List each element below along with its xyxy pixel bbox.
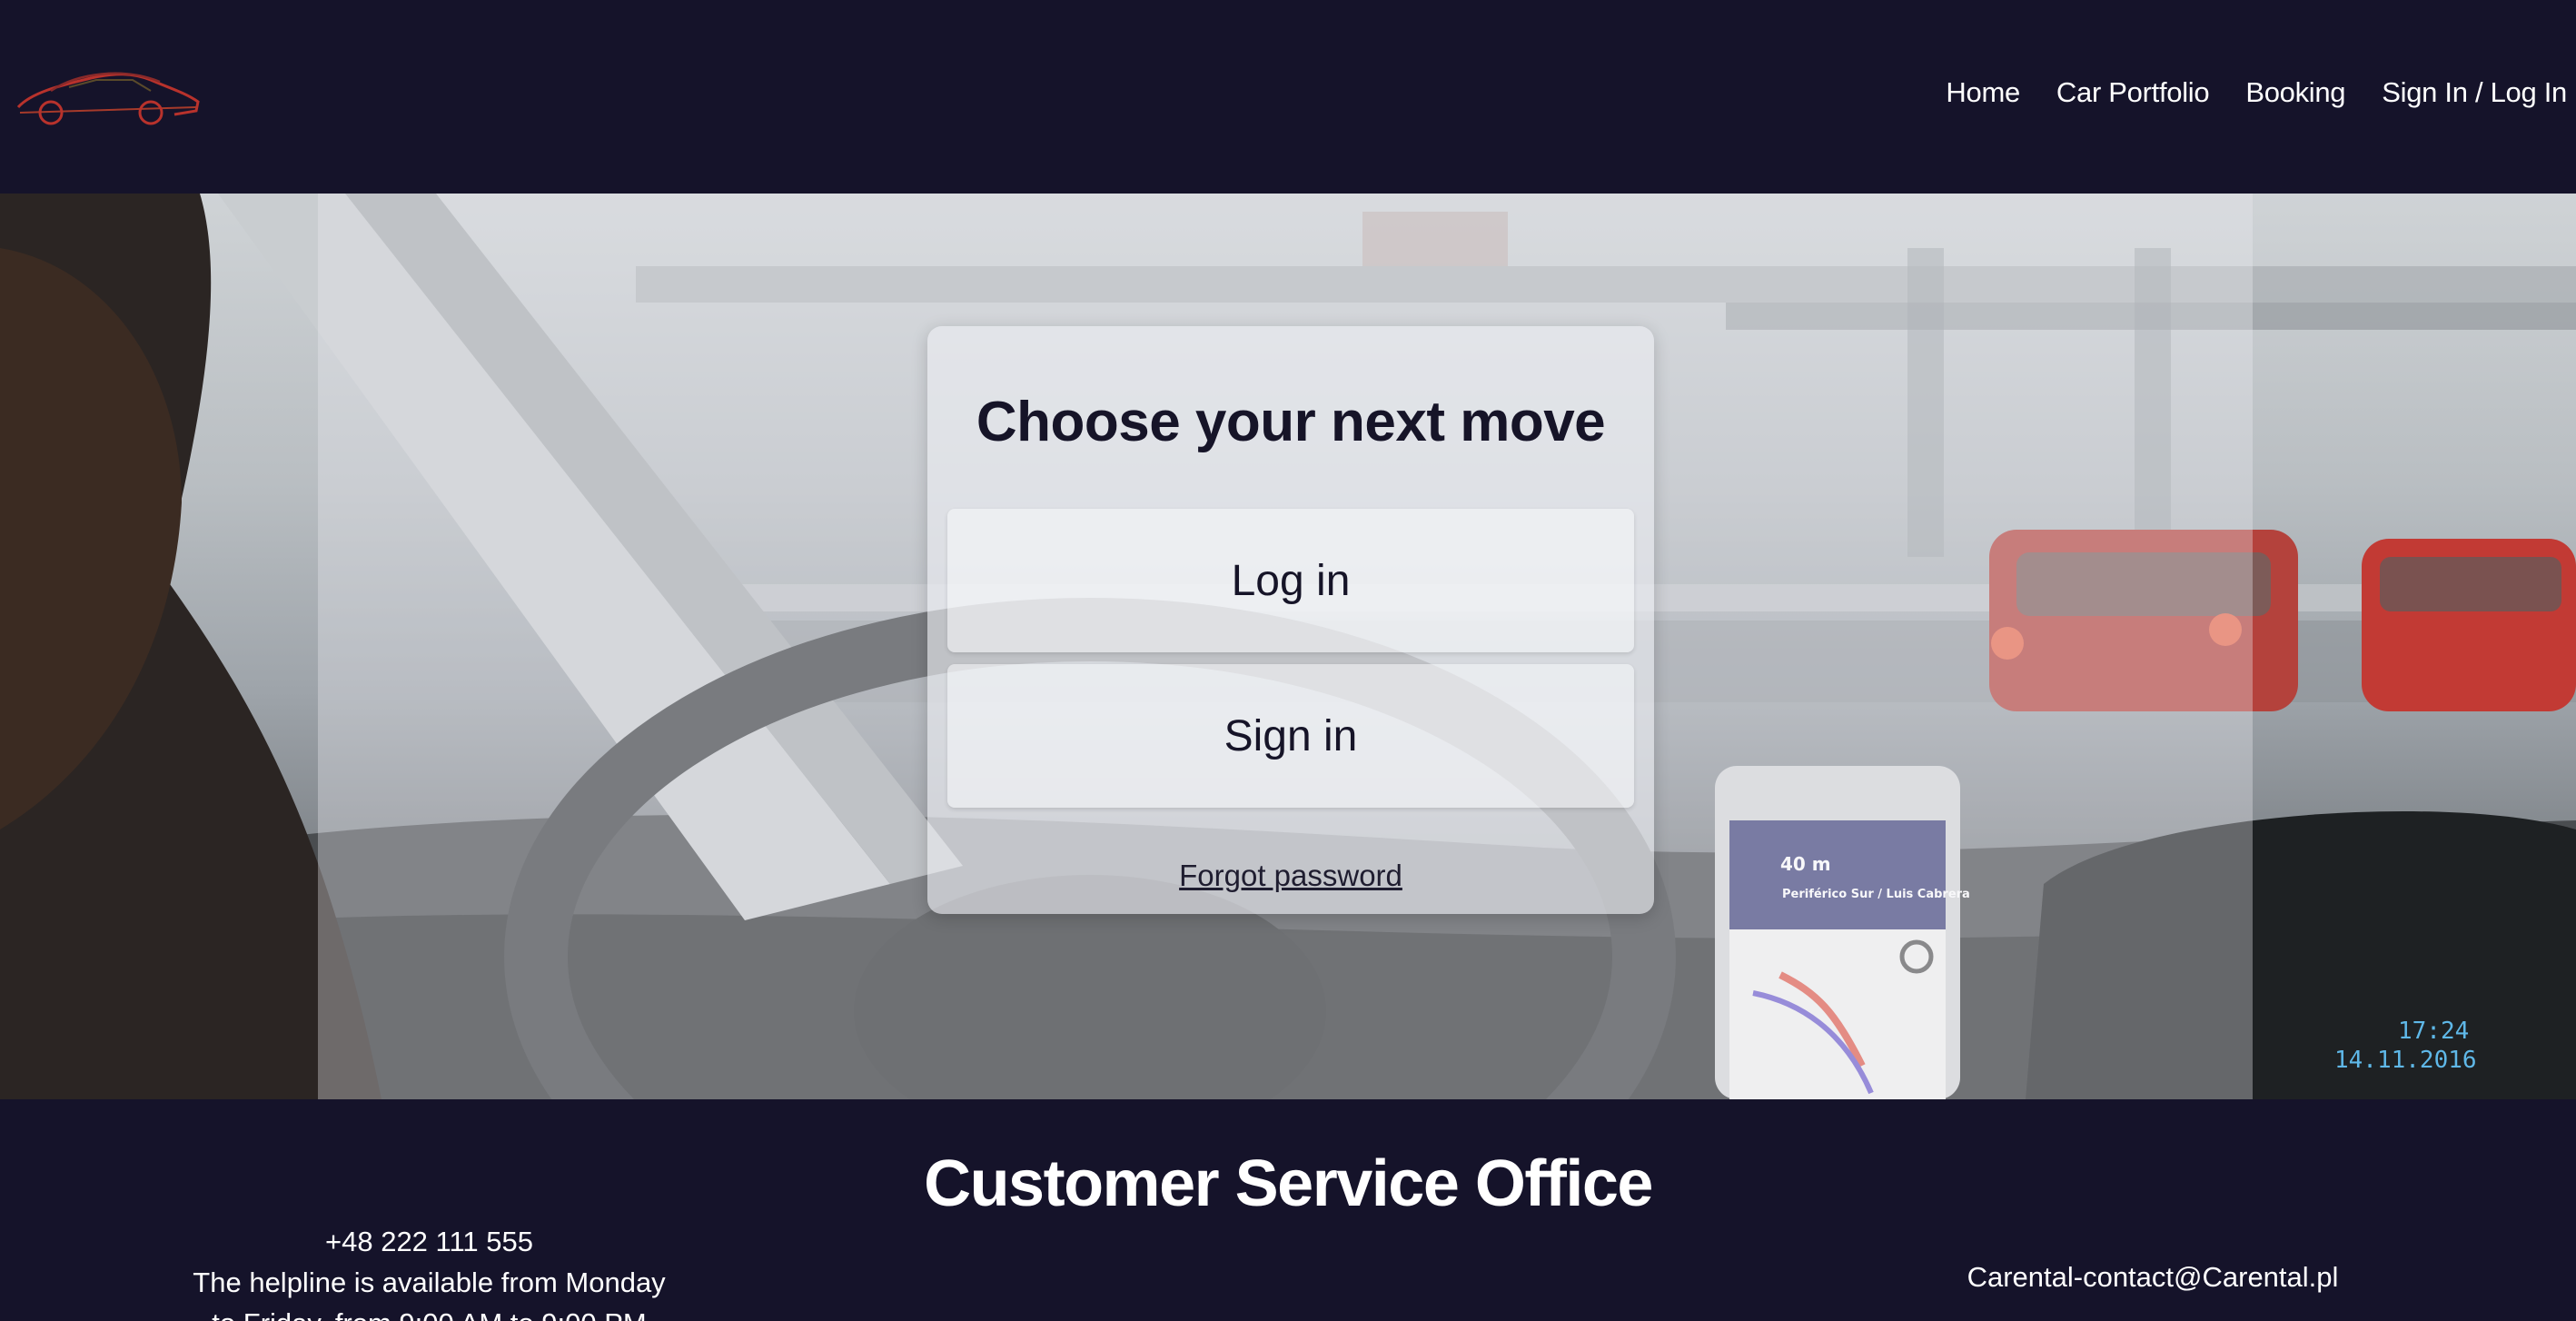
footer: Customer Service Office +48 222 111 555 … [0, 1099, 2576, 1321]
top-navigation-bar: Home Car Portfolio Booking Sign In / Log… [0, 0, 2576, 194]
main-nav: Home Car Portfolio Booking Sign In / Log… [1946, 76, 2567, 109]
contact-email[interactable]: Carental-contact@Carental.pl [1907, 1261, 2398, 1294]
dashboard-time: 17:24 [2398, 1018, 2469, 1045]
dashboard-date: 14.11.2016 [2334, 1047, 2477, 1074]
nav-car-portfolio-link[interactable]: Car Portfolio [2056, 76, 2210, 109]
helpline-hours-text: The helpline is available from Monday to… [193, 1266, 666, 1321]
footer-title: Customer Service Office [924, 1147, 1653, 1220]
sign-in-button[interactable]: Sign in [947, 664, 1634, 808]
contact-phone-number: +48 222 111 555 [325, 1226, 533, 1257]
nav-booking-link[interactable]: Booking [2245, 76, 2345, 109]
car-logo[interactable] [15, 60, 202, 129]
card-title: Choose your next move [976, 391, 1606, 453]
contact-phone-block: +48 222 111 555 The helpline is availabl… [182, 1221, 677, 1321]
auth-choice-card: Choose your next move Log in Sign in For… [927, 326, 1654, 914]
log-in-button[interactable]: Log in [947, 509, 1634, 652]
nav-sign-in-log-in-link[interactable]: Sign In / Log In [2382, 76, 2567, 109]
nav-home-link[interactable]: Home [1946, 76, 2020, 109]
forgot-password-link[interactable]: Forgot password [927, 859, 1654, 893]
